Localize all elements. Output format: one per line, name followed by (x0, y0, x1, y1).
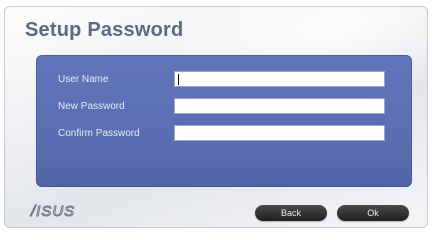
user-name-row: User Name (36, 71, 412, 89)
new-password-label: New Password (58, 101, 125, 112)
back-button[interactable]: Back (255, 205, 327, 221)
ok-button[interactable]: Ok (337, 205, 409, 221)
setup-password-dialog: Setup Password User Name New Password Co… (4, 6, 428, 228)
confirm-password-row: Confirm Password (36, 125, 412, 143)
dialog-title: Setup Password (25, 19, 184, 41)
form-panel: User Name New Password Confirm Password (36, 55, 412, 187)
text-caret (178, 74, 179, 85)
confirm-password-label: Confirm Password (58, 128, 140, 139)
user-name-input[interactable] (174, 71, 385, 87)
asus-logo-icon: /ISUS (30, 203, 76, 221)
confirm-password-input[interactable] (174, 125, 385, 141)
new-password-input[interactable] (174, 98, 385, 114)
new-password-row: New Password (36, 98, 412, 116)
user-name-label: User Name (58, 74, 109, 85)
